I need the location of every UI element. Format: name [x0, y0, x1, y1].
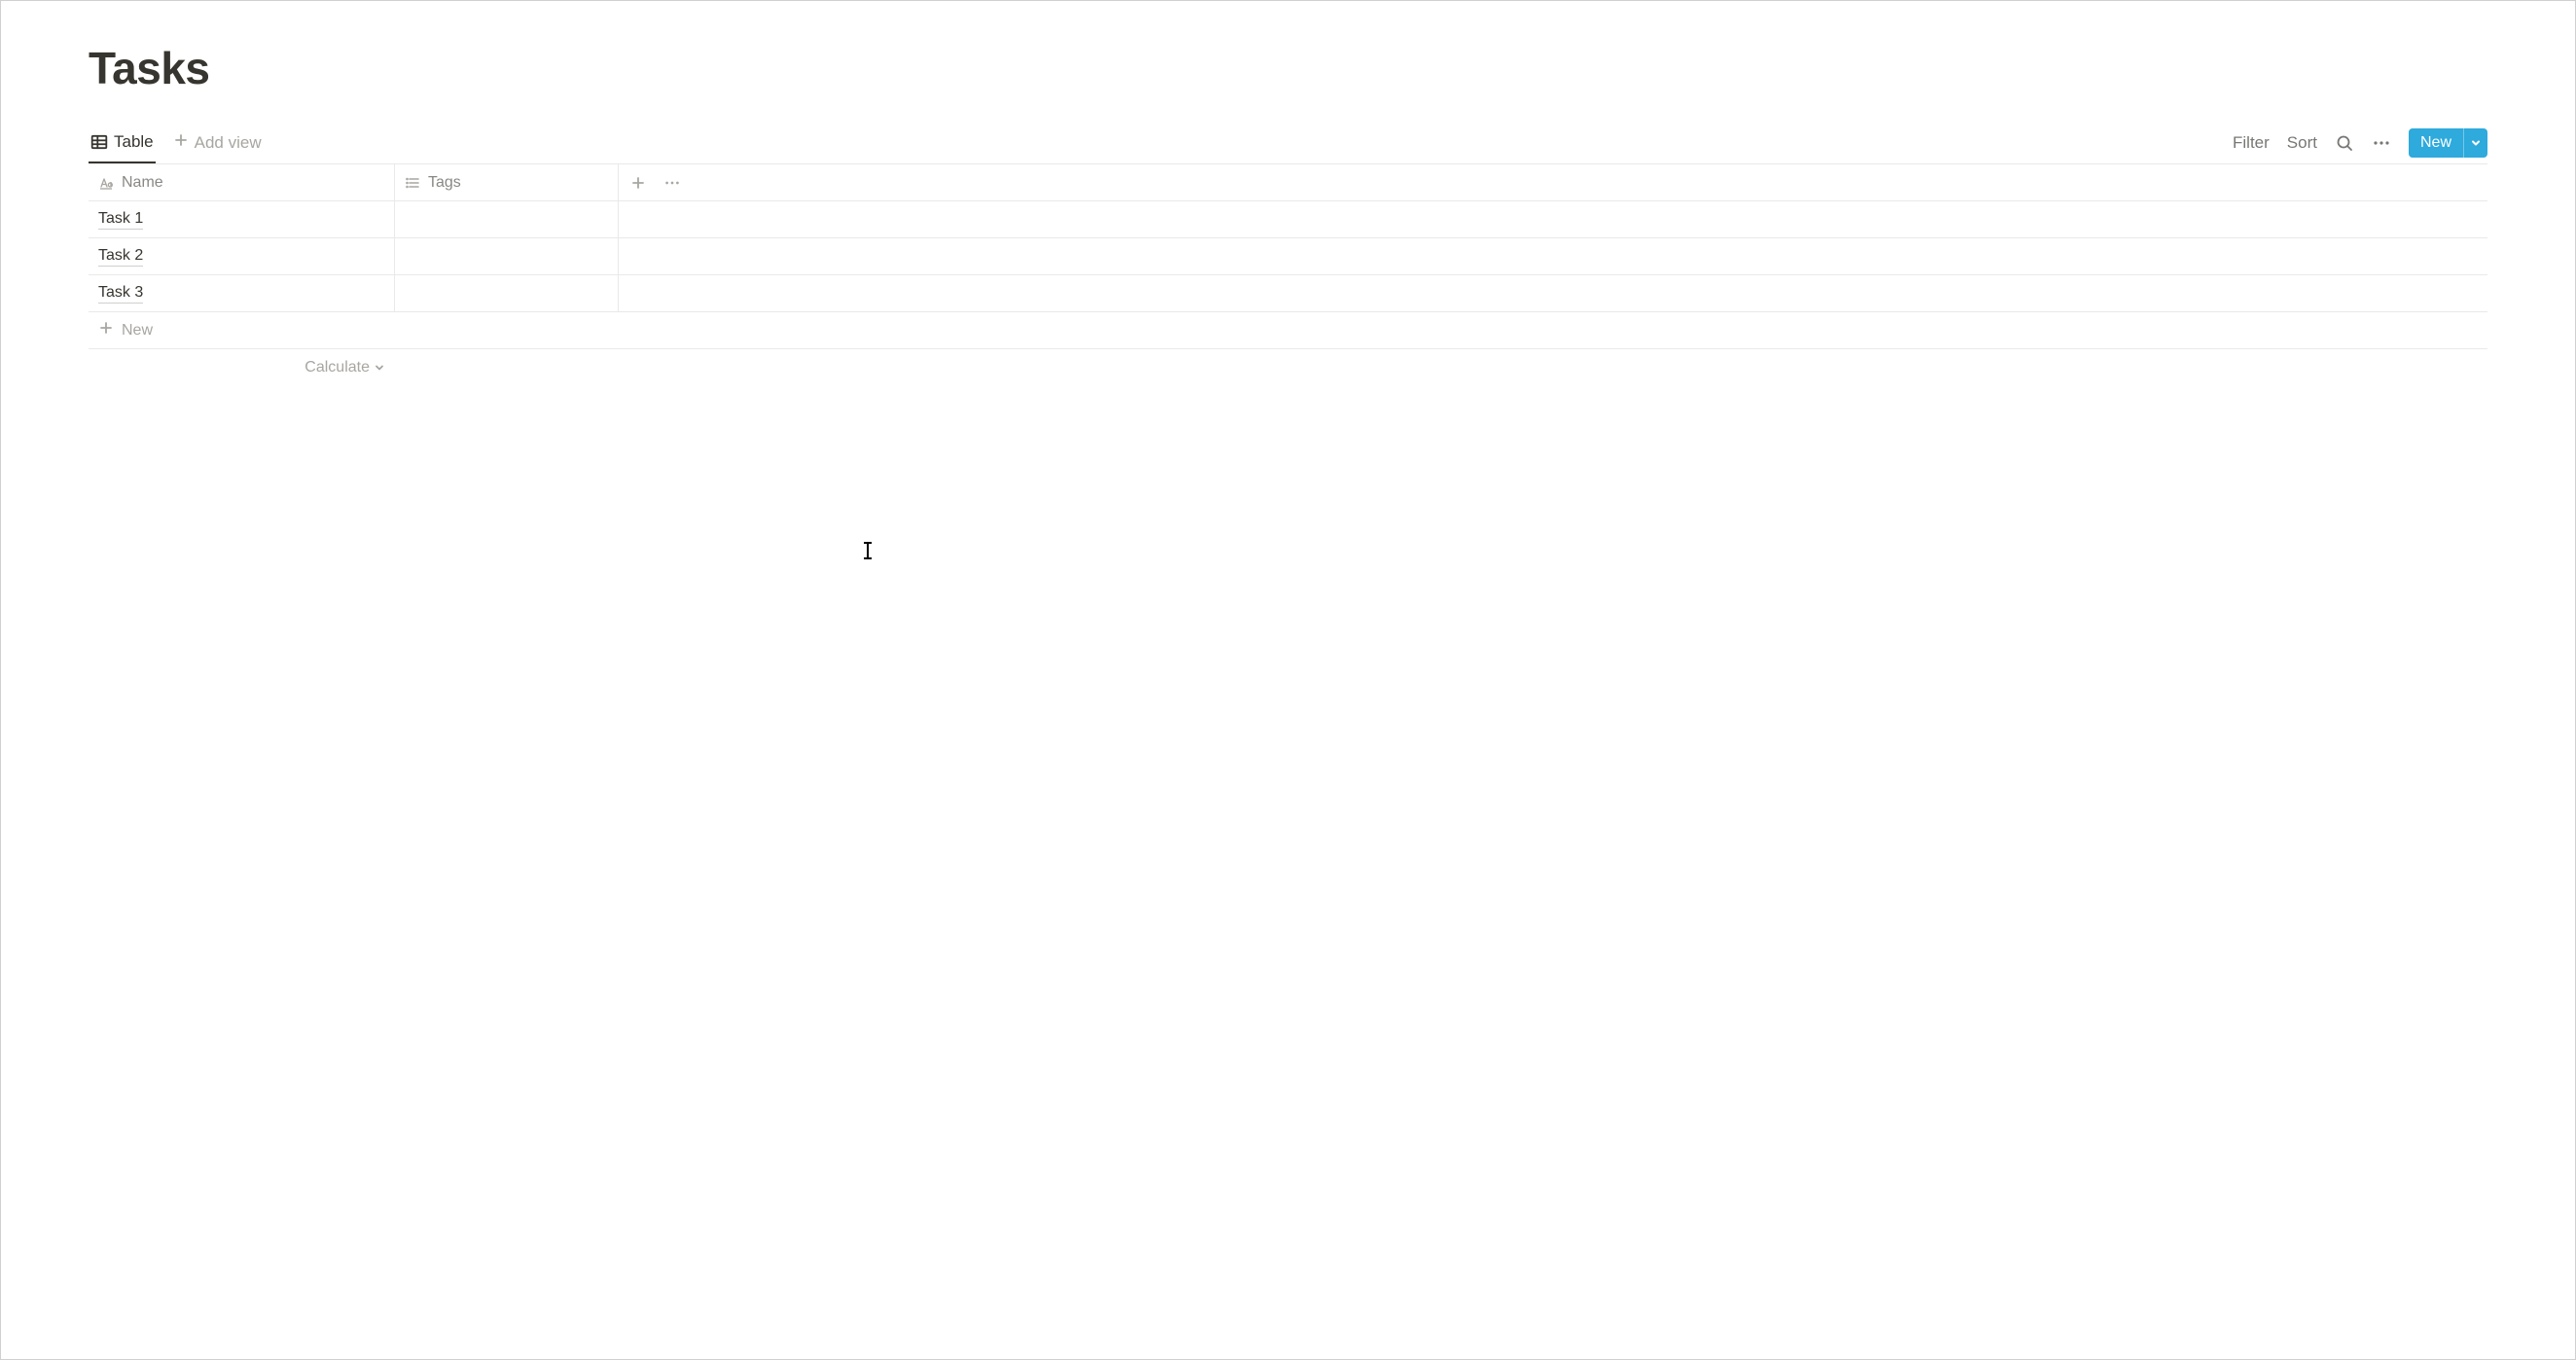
- column-more-button[interactable]: [663, 174, 681, 192]
- column-header-tags[interactable]: Tags: [395, 164, 619, 200]
- multiselect-icon: [405, 175, 420, 191]
- cell-empty: [619, 201, 2487, 237]
- search-icon[interactable]: [2335, 133, 2354, 153]
- column-header-name[interactable]: Name: [89, 164, 395, 200]
- table-header-row: Name Tags: [89, 164, 2487, 201]
- new-row-label: New: [122, 322, 153, 340]
- database-table: Name Tags: [89, 164, 2487, 386]
- table-row[interactable]: Task 2: [89, 238, 2487, 275]
- add-view-label: Add view: [195, 133, 262, 153]
- column-header-tags-label: Tags: [428, 174, 461, 192]
- row-title[interactable]: Task 1: [98, 210, 143, 230]
- sort-button[interactable]: Sort: [2287, 133, 2317, 153]
- add-column-button[interactable]: [630, 175, 646, 191]
- table-icon: [90, 133, 108, 151]
- calculate-label: Calculate: [304, 359, 370, 376]
- cell-tags[interactable]: [395, 201, 619, 237]
- filter-button[interactable]: Filter: [2233, 133, 2270, 153]
- view-bar: Table Add view Filter Sort: [89, 122, 2487, 164]
- table-row[interactable]: Task 3: [89, 275, 2487, 312]
- table-row[interactable]: Task 1: [89, 201, 2487, 238]
- new-row-button[interactable]: New: [89, 312, 2487, 349]
- cell-tags[interactable]: [395, 275, 619, 311]
- text-cursor-indicator: [862, 542, 874, 559]
- tab-label: Table: [114, 132, 154, 152]
- cell-empty: [619, 275, 2487, 311]
- add-view-button[interactable]: Add view: [169, 132, 266, 153]
- row-title[interactable]: Task 2: [98, 247, 143, 267]
- row-title[interactable]: Task 3: [98, 284, 143, 304]
- plus-icon: [98, 320, 114, 340]
- plus-icon: [173, 132, 189, 153]
- new-button[interactable]: New: [2409, 128, 2463, 158]
- cell-tags[interactable]: [395, 238, 619, 274]
- more-icon[interactable]: [2372, 133, 2391, 153]
- cell-empty: [619, 238, 2487, 274]
- page-title[interactable]: Tasks: [89, 42, 2487, 94]
- title-icon: [98, 175, 114, 191]
- calculate-row: Calculate: [89, 349, 2487, 386]
- column-header-name-label: Name: [122, 174, 163, 192]
- new-button-group: New: [2409, 128, 2487, 158]
- tab-table[interactable]: Table: [89, 122, 156, 163]
- new-button-dropdown[interactable]: [2463, 128, 2487, 158]
- calculate-button[interactable]: Calculate: [89, 359, 395, 376]
